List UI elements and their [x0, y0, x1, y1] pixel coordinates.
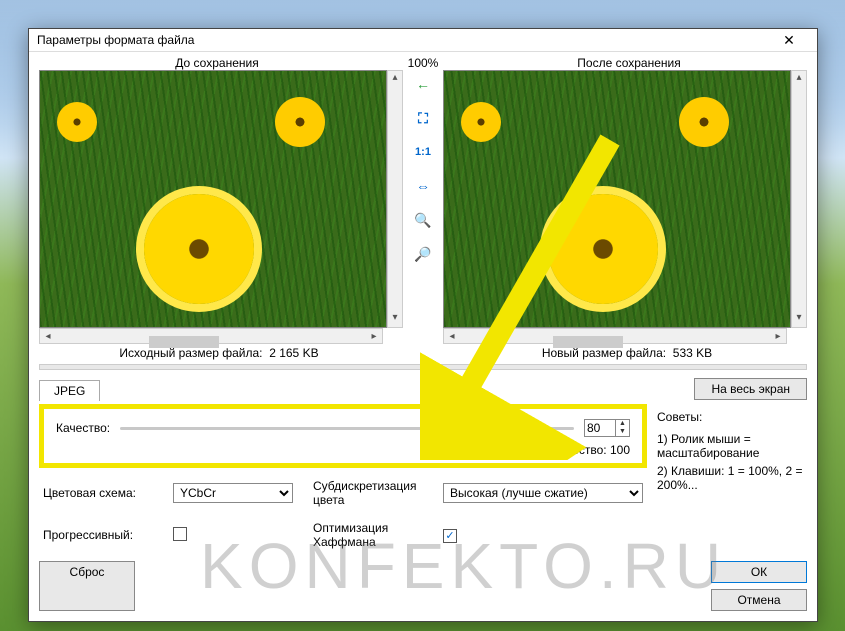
close-button[interactable]: ✕: [769, 32, 809, 49]
fit-width-icon[interactable]: ⇔: [413, 176, 433, 196]
window-title: Параметры формата файла: [37, 33, 769, 47]
titlebar: Параметры формата файла ✕: [29, 29, 817, 52]
color-scheme-label: Цветовая схема:: [43, 486, 173, 500]
after-preview[interactable]: [443, 70, 791, 328]
after-hscroll[interactable]: ◂ ▸: [443, 328, 787, 344]
zoom-label: 100%: [395, 56, 451, 70]
zoom-in-icon[interactable]: 🔍: [413, 210, 433, 230]
scroll-down-icon[interactable]: ▾: [388, 311, 402, 327]
scroll-up-icon[interactable]: ▴: [792, 71, 806, 87]
new-size: Новый размер файла: 533 KB: [447, 346, 807, 360]
before-preview[interactable]: [39, 70, 387, 328]
tips-header: Советы:: [657, 410, 807, 424]
zoom-toolstrip: ← ⛶ 1:1 ⇔ 🔍 🔎: [407, 70, 439, 328]
subsampling-label: Субдискретизация цвета: [293, 479, 443, 507]
before-label: До сохранения: [39, 56, 395, 70]
quality-panel: Качество: ▲▼ Исходное качество: 100: [39, 404, 647, 468]
tip-2: 2) Клавиши: 1 = 100%, 2 = 200%...: [657, 464, 807, 492]
quality-label: Качество:: [56, 421, 110, 435]
tab-jpeg[interactable]: JPEG: [39, 380, 100, 401]
subsampling-select[interactable]: Высокая (лучше сжатие): [443, 483, 643, 503]
fit-screen-icon[interactable]: ⛶: [413, 108, 433, 128]
actual-size-icon[interactable]: 1:1: [413, 142, 433, 162]
spin-up-icon[interactable]: ▲: [616, 420, 629, 428]
scroll-up-icon[interactable]: ▴: [388, 71, 402, 87]
zoom-out-icon[interactable]: 🔎: [413, 244, 433, 264]
scroll-left-icon[interactable]: ◂: [40, 331, 56, 342]
progressive-checkbox[interactable]: [173, 527, 187, 541]
fullscreen-button[interactable]: На весь экран: [694, 378, 807, 400]
progress-bar: [39, 364, 807, 370]
preview-header: До сохранения 100% После сохранения: [39, 56, 807, 70]
quality-slider[interactable]: [120, 419, 574, 437]
tips-panel: Советы: 1) Ролик мыши = масштабирование …: [657, 400, 807, 549]
color-scheme-select[interactable]: YCbCr: [173, 483, 293, 503]
original-size: Исходный размер файла: 2 165 KB: [39, 346, 399, 360]
scroll-right-icon[interactable]: ▸: [366, 331, 382, 342]
progressive-label: Прогрессивный:: [43, 528, 173, 542]
scroll-right-icon[interactable]: ▸: [770, 331, 786, 342]
scroll-down-icon[interactable]: ▾: [792, 311, 806, 327]
before-vscroll[interactable]: ▴ ▾: [387, 70, 403, 328]
scroll-left-icon[interactable]: ◂: [444, 331, 460, 342]
tip-1: 1) Ролик мыши = масштабирование: [657, 432, 807, 460]
ok-button[interactable]: ОК: [711, 561, 807, 583]
cancel-button[interactable]: Отмена: [711, 589, 807, 611]
huffman-checkbox[interactable]: ✓: [443, 529, 457, 543]
reset-button[interactable]: Сброс: [39, 561, 135, 611]
after-vscroll[interactable]: ▴ ▾: [791, 70, 807, 328]
before-hscroll[interactable]: ◂ ▸: [39, 328, 383, 344]
spin-down-icon[interactable]: ▼: [616, 428, 629, 436]
after-label: После сохранения: [451, 56, 807, 70]
quality-spinner[interactable]: ▲▼: [584, 419, 630, 437]
original-quality: Исходное качество: 100: [56, 443, 630, 457]
file-format-dialog: Параметры формата файла ✕ До сохранения …: [28, 28, 818, 622]
back-arrow-icon[interactable]: ←: [413, 74, 433, 94]
huffman-label: Оптимизация Хаффмана: [293, 521, 443, 549]
quality-input[interactable]: [584, 419, 616, 437]
